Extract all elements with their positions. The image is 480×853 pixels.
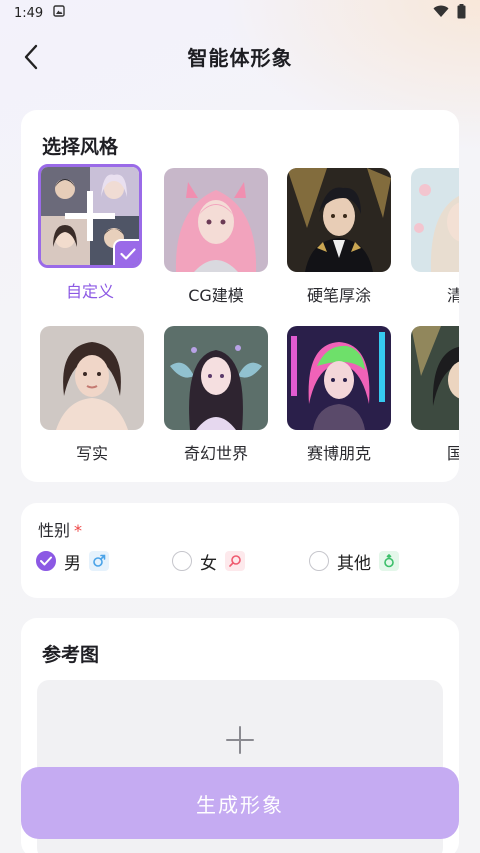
style-label: 自定义 [65,282,114,301]
style-thumb-cyberpunk [287,326,391,430]
selected-check-badge [113,239,139,265]
style-thumb-realistic [40,326,144,430]
fresh-portrait-image [411,168,459,272]
battery-icon [457,3,466,23]
style-section-title: 选择风格 [42,136,119,158]
hardpen-portrait-image [287,168,391,272]
style-item-fresh[interactable]: 清新 [411,168,459,306]
plus-icon [226,726,254,754]
style-thumb-fresh [411,168,459,272]
style-item-custom[interactable]: 自定义 [38,164,142,302]
reference-section-title: 参考图 [42,644,100,666]
guofeng-portrait-image [411,326,459,430]
gender-option-label: 女 [200,553,217,574]
style-label: 国风 [446,444,459,463]
chevron-left-icon [24,44,38,70]
realistic-portrait-image [40,326,144,430]
style-label: 奇幻世界 [183,444,248,463]
style-item-cg[interactable]: CG建模 [164,168,268,306]
gender-label-text: 性别 [38,521,71,540]
gender-option-other[interactable]: 其他 [309,549,399,574]
style-thumb-cg [164,168,268,272]
radio-unchecked[interactable] [309,551,329,571]
wifi-icon [433,5,449,22]
cg-portrait-image [164,168,268,272]
style-card: 选择风格 自定义 CG建模 硬笔厚涂 清 写实 奇幻世界 赛博朋克 国 [21,110,459,482]
style-item-cyberpunk[interactable]: 赛博朋克 [287,326,391,464]
style-thumb-guofeng [411,326,459,430]
style-thumb-hardpen [287,168,391,272]
style-label: 写实 [75,444,108,463]
style-thumb-fantasy [164,326,268,430]
generate-button[interactable]: 生成形象 [21,767,459,839]
back-button[interactable] [16,42,46,72]
status-time: 1:49 [14,5,44,21]
style-label: CG建模 [188,286,244,305]
radio-unchecked[interactable] [172,551,192,571]
gender-option-label: 男 [64,553,81,574]
radio-checked[interactable] [36,551,56,571]
style-item-hardpen[interactable]: 硬笔厚涂 [287,168,391,306]
style-item-fantasy[interactable]: 奇幻世界 [164,326,268,464]
status-bar: 1:49 [0,0,480,26]
style-label: 硬笔厚涂 [306,286,371,305]
notification-icon [53,5,65,21]
required-mark: * [74,521,83,540]
style-label: 赛博朋克 [306,444,371,463]
other-gender-icon [379,551,399,571]
gender-label: 性别 * [38,517,82,541]
style-label: 清新 [446,286,459,305]
fantasy-portrait-image [164,326,268,430]
male-icon [89,551,109,571]
check-icon [40,556,52,566]
cyberpunk-portrait-image [287,326,391,430]
check-icon [120,248,136,260]
page-title: 智能体形象 [187,45,293,70]
gender-option-label: 其他 [337,553,371,574]
style-thumb-custom [38,164,142,268]
gender-option-male[interactable]: 男 [36,549,109,574]
page-header: 智能体形象 [0,30,480,82]
gender-card: 性别 * 男 女 其他 [21,503,459,598]
style-item-guofeng[interactable]: 国风 [411,326,459,464]
gender-option-female[interactable]: 女 [172,549,245,574]
female-icon [225,551,245,571]
style-item-realistic[interactable]: 写实 [40,326,144,464]
